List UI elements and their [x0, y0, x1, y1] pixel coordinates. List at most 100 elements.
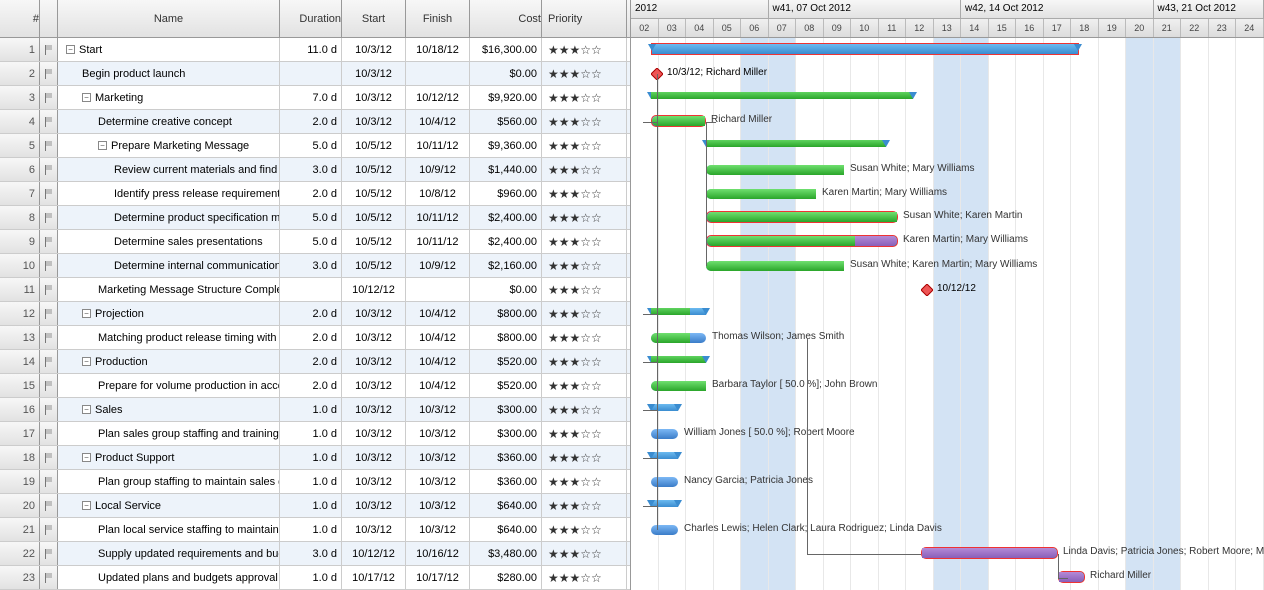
col-header-flag[interactable]: [40, 0, 58, 37]
cost-cell[interactable]: $3,480.00: [470, 542, 542, 565]
finish-cell[interactable]: 10/16/12: [406, 542, 470, 565]
task-name-cell[interactable]: Prepare for volume production in accorda…: [58, 374, 280, 397]
row-flag[interactable]: [40, 86, 58, 109]
priority-cell[interactable]: ★★★☆☆: [542, 374, 627, 397]
table-row[interactable]: 3−Marketing7.0 d10/3/1210/12/12$9,920.00…: [0, 86, 630, 110]
task-name-cell[interactable]: Plan sales group staffing and training t…: [58, 422, 280, 445]
finish-cell[interactable]: 10/12/12: [406, 86, 470, 109]
cost-cell[interactable]: $360.00: [470, 446, 542, 469]
outline-toggle[interactable]: −: [82, 453, 91, 462]
day-header[interactable]: 22: [1181, 19, 1209, 37]
day-header[interactable]: 21: [1154, 19, 1182, 37]
outline-toggle[interactable]: −: [82, 405, 91, 414]
cost-cell[interactable]: $520.00: [470, 374, 542, 397]
priority-cell[interactable]: ★★★☆☆: [542, 206, 627, 229]
task-name-cell[interactable]: −Marketing: [58, 86, 280, 109]
table-row[interactable]: 4Determine creative concept2.0 d10/3/121…: [0, 110, 630, 134]
cost-cell[interactable]: $1,440.00: [470, 158, 542, 181]
finish-cell[interactable]: 10/4/12: [406, 326, 470, 349]
task-name-cell[interactable]: −Projection: [58, 302, 280, 325]
priority-cell[interactable]: ★★★☆☆: [542, 278, 627, 301]
col-header-name[interactable]: Name: [58, 0, 280, 37]
row-flag[interactable]: [40, 398, 58, 421]
gantt-row[interactable]: Barbara Taylor [ 50.0 %]; John Brown: [631, 374, 1264, 398]
priority-cell[interactable]: ★★★☆☆: [542, 542, 627, 565]
row-flag[interactable]: [40, 182, 58, 205]
table-row[interactable]: 18−Product Support1.0 d10/3/1210/3/12$36…: [0, 446, 630, 470]
cost-cell[interactable]: $300.00: [470, 398, 542, 421]
task-name-cell[interactable]: Determine sales presentations: [58, 230, 280, 253]
start-cell[interactable]: 10/17/12: [342, 566, 406, 589]
gantt-row[interactable]: Karen Martin; Mary Williams: [631, 230, 1264, 254]
duration-cell[interactable]: 1.0 d: [280, 446, 342, 469]
finish-cell[interactable]: 10/18/12: [406, 38, 470, 61]
col-header-start[interactable]: Start: [342, 0, 406, 37]
col-header-duration[interactable]: Duration: [280, 0, 342, 37]
row-flag[interactable]: [40, 518, 58, 541]
duration-cell[interactable]: 3.0 d: [280, 158, 342, 181]
duration-cell[interactable]: 3.0 d: [280, 254, 342, 277]
row-flag[interactable]: [40, 110, 58, 133]
table-row[interactable]: 21Plan local service staffing to maintai…: [0, 518, 630, 542]
day-header[interactable]: 07: [769, 19, 797, 37]
gantt-row[interactable]: [631, 446, 1264, 470]
finish-cell[interactable]: 10/3/12: [406, 446, 470, 469]
gantt-row[interactable]: Susan White; Karen Martin; Mary Williams: [631, 254, 1264, 278]
finish-cell[interactable]: 10/4/12: [406, 350, 470, 373]
finish-cell[interactable]: 10/11/12: [406, 230, 470, 253]
col-header-priority[interactable]: Priority: [542, 0, 627, 37]
priority-cell[interactable]: ★★★☆☆: [542, 38, 627, 61]
finish-cell[interactable]: 10/11/12: [406, 206, 470, 229]
day-header[interactable]: 08: [796, 19, 824, 37]
duration-cell[interactable]: 5.0 d: [280, 206, 342, 229]
row-flag[interactable]: [40, 206, 58, 229]
day-header[interactable]: 05: [714, 19, 742, 37]
table-row[interactable]: 10Determine internal communication needs…: [0, 254, 630, 278]
finish-cell[interactable]: 10/8/12: [406, 182, 470, 205]
day-header[interactable]: 02: [631, 19, 659, 37]
outline-toggle[interactable]: −: [82, 93, 91, 102]
day-header[interactable]: 23: [1209, 19, 1237, 37]
day-header[interactable]: 16: [1016, 19, 1044, 37]
task-name-cell[interactable]: −Product Support: [58, 446, 280, 469]
priority-cell[interactable]: ★★★☆☆: [542, 398, 627, 421]
cost-cell[interactable]: $300.00: [470, 422, 542, 445]
task-name-cell[interactable]: Matching product release timing with mar…: [58, 326, 280, 349]
task-bar[interactable]: William Jones [ 50.0 %]; Robert Moore: [651, 429, 678, 439]
task-name-cell[interactable]: Begin product launch: [58, 62, 280, 85]
day-header[interactable]: 17: [1044, 19, 1072, 37]
cost-cell[interactable]: $800.00: [470, 326, 542, 349]
duration-cell[interactable]: [280, 278, 342, 301]
start-cell[interactable]: 10/3/12: [342, 470, 406, 493]
task-name-cell[interactable]: Plan group staffing to maintain sales go…: [58, 470, 280, 493]
priority-cell[interactable]: ★★★☆☆: [542, 446, 627, 469]
task-name-cell[interactable]: Supply updated requirements and budgets …: [58, 542, 280, 565]
priority-cell[interactable]: ★★★☆☆: [542, 326, 627, 349]
finish-cell[interactable]: 10/9/12: [406, 254, 470, 277]
gantt-row[interactable]: [631, 398, 1264, 422]
cost-cell[interactable]: $640.00: [470, 518, 542, 541]
cost-cell[interactable]: $520.00: [470, 350, 542, 373]
start-cell[interactable]: 10/3/12: [342, 374, 406, 397]
start-cell[interactable]: 10/3/12: [342, 302, 406, 325]
duration-cell[interactable]: 5.0 d: [280, 230, 342, 253]
gantt-row[interactable]: Nancy Garcia; Patricia Jones: [631, 470, 1264, 494]
outline-toggle[interactable]: −: [82, 357, 91, 366]
row-flag[interactable]: [40, 38, 58, 61]
finish-cell[interactable]: [406, 62, 470, 85]
priority-cell[interactable]: ★★★☆☆: [542, 302, 627, 325]
summary-bar[interactable]: [651, 356, 706, 363]
row-flag[interactable]: [40, 278, 58, 301]
day-header[interactable]: 06: [741, 19, 769, 37]
gantt-row[interactable]: [631, 38, 1264, 62]
outline-toggle[interactable]: −: [66, 45, 75, 54]
table-row[interactable]: 17Plan sales group staffing and training…: [0, 422, 630, 446]
table-row[interactable]: 14−Production2.0 d10/3/1210/4/12$520.00★…: [0, 350, 630, 374]
finish-cell[interactable]: 10/3/12: [406, 518, 470, 541]
gantt-row[interactable]: [631, 350, 1264, 374]
gantt-row[interactable]: 10/12/12: [631, 278, 1264, 302]
row-flag[interactable]: [40, 302, 58, 325]
task-name-cell[interactable]: −Sales: [58, 398, 280, 421]
table-row[interactable]: 7Identify press release requirements2.0 …: [0, 182, 630, 206]
duration-cell[interactable]: 2.0 d: [280, 182, 342, 205]
